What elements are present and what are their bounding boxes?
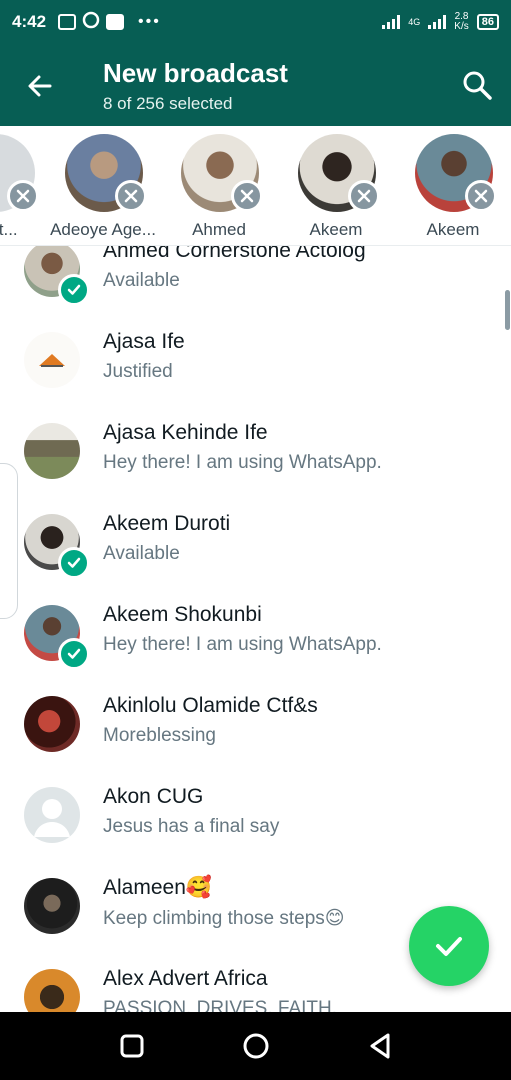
contact-status: Hey there! I am using WhatsApp. (103, 452, 382, 473)
avatar (24, 332, 80, 388)
selected-contact-chip[interactable]: Part... (0, 134, 50, 244)
contact-row[interactable]: Akon CUG Jesus has a final say (0, 772, 511, 863)
facebook-icon (106, 14, 125, 30)
contact-status: Moreblessing (103, 725, 216, 746)
status-bar: 4:42 ••• 4G 2.8 K/s 86 (0, 0, 511, 44)
contact-row[interactable]: Akeem Shokunbi Hey there! I am using Wha… (0, 590, 511, 681)
checkmark-icon[interactable] (409, 906, 489, 986)
contact-status: Jesus has a final say (103, 816, 280, 837)
selected-contact-chip[interactable]: Ahmed (164, 134, 274, 244)
selection-count: 8 of 256 selected (103, 94, 233, 113)
selected-contact-chip[interactable]: Akeem (398, 134, 508, 244)
contact-status: Keep climbing those steps😊 (103, 908, 345, 929)
contact-name: Akeem Duroti (103, 512, 231, 535)
selected-contact-name: Akeem (426, 220, 480, 239)
contact-status: Justified (103, 361, 173, 382)
scrollbar-thumb[interactable] (505, 290, 510, 330)
contact-name: Ajasa Kehinde Ife (103, 421, 268, 444)
contact-name: Alex Advert Africa (103, 967, 268, 990)
battery-icon: 86 (476, 14, 499, 30)
contact-row[interactable]: Akinlolu Olamide Ctf&s Moreblessing (0, 681, 511, 772)
selected-check-icon (58, 547, 90, 579)
selected-contact-name: Adeoye Age... (50, 220, 156, 239)
search-icon[interactable] (460, 68, 494, 102)
contact-name: Ajasa Ife (103, 330, 185, 353)
logo-icon (39, 354, 65, 367)
status-time: 4:42 (12, 12, 47, 31)
contact-name: Ahmed Cornerstone Actolog (103, 246, 366, 262)
contact-status: Available (103, 270, 180, 291)
selected-check-icon (58, 274, 90, 306)
system-navigation-bar (0, 1012, 511, 1080)
contact-name: Akeem Shokunbi (103, 603, 262, 626)
avatar (24, 696, 80, 752)
triangle-back-icon[interactable] (364, 1030, 396, 1062)
selected-contact-chip[interactable]: Akeem (281, 134, 391, 244)
contact-name: Alameen🥰 (103, 876, 213, 899)
square-icon[interactable] (116, 1030, 148, 1062)
avatar (24, 969, 80, 1012)
contact-row[interactable]: Akeem Duroti Available (0, 499, 511, 590)
contact-row[interactable]: Ajasa Ife Justified (0, 317, 511, 408)
selected-contact-name: Akeem (309, 220, 363, 239)
selected-check-icon (58, 638, 90, 670)
notification-opera-icon (82, 11, 100, 34)
avatar (24, 878, 80, 934)
contact-status: Hey there! I am using WhatsApp. (103, 634, 382, 655)
remove-icon[interactable] (465, 180, 497, 212)
more-notifications-icon: ••• (138, 13, 161, 30)
avatar (24, 423, 80, 479)
contact-list[interactable]: Ahmed Cornerstone Actolog Available Ajas… (0, 246, 511, 1012)
network-type-label: 4G (408, 17, 421, 27)
contact-name: Akinlolu Olamide Ctf&s (103, 694, 318, 717)
selected-contact-name: Part... (0, 220, 18, 239)
selected-contact-chip[interactable]: Adeoye Age... (48, 134, 158, 244)
remove-icon[interactable] (231, 180, 263, 212)
contact-status: PASSION. DRIVES. FAITH. (103, 998, 338, 1012)
default-avatar-icon (24, 787, 80, 843)
edge-panel-handle[interactable] (0, 463, 18, 619)
remove-icon[interactable] (7, 180, 39, 212)
contact-row[interactable]: Ahmed Cornerstone Actolog Available (0, 246, 511, 317)
network-speed: 2.8 K/s (454, 12, 468, 32)
signal-icon (382, 15, 401, 29)
arrow-left-icon[interactable] (22, 68, 58, 104)
selected-contact-name: Ahmed (192, 220, 246, 239)
contact-row[interactable]: Ajasa Kehinde Ife Hey there! I am using … (0, 408, 511, 499)
circle-icon[interactable] (240, 1030, 272, 1062)
notification-b-icon (58, 14, 77, 30)
network-speed-unit: K/s (454, 21, 469, 32)
remove-icon[interactable] (348, 180, 380, 212)
contact-status: Available (103, 543, 180, 564)
contact-name: Akon CUG (103, 785, 204, 808)
app-bar: New broadcast 8 of 256 selected (0, 44, 511, 126)
status-notification-icons: ••• (58, 11, 161, 34)
remove-icon[interactable] (115, 180, 147, 212)
selected-contacts-strip[interactable]: Part... Adeoye Age... Ahmed Akeem Akeem (0, 126, 511, 246)
signal-2-icon (428, 15, 447, 29)
page-title: New broadcast (103, 58, 288, 88)
